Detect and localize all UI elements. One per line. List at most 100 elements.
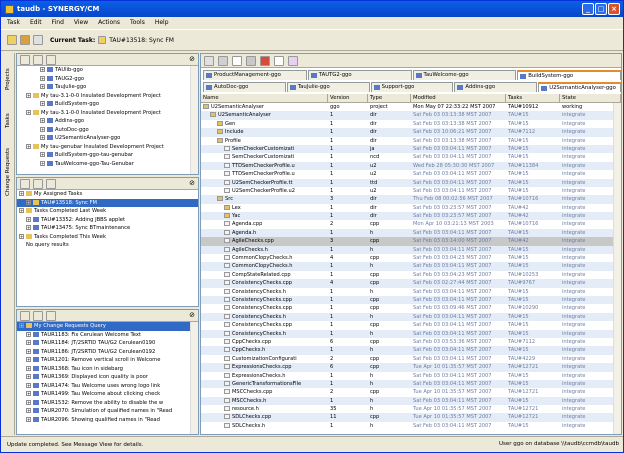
expand-icon[interactable]: + bbox=[26, 365, 31, 371]
expand-icon[interactable]: + bbox=[26, 374, 31, 379]
project-tab[interactable]: Support-ggo bbox=[370, 82, 454, 92]
table-row[interactable]: CppChecks.h 1 h Sat Feb 03 03:04:11 MST 200… bbox=[201, 346, 621, 355]
project-tab[interactable]: BuildSystem-ggo bbox=[517, 70, 621, 80]
table-row[interactable]: Agenda.cpp 2 cpp Mon Apr 10 03:21:13 MST 20… bbox=[201, 220, 621, 228]
tree-item[interactable]: + My tau-3.1-0-0 Insulated Development Pr… bbox=[17, 109, 198, 118]
expand-icon[interactable]: + bbox=[26, 143, 31, 149]
table-row[interactable]: GenericTransformationsFile 1 h Sat Feb 03 0… bbox=[201, 379, 621, 389]
project-tab[interactable]: AutoDoc-ggo bbox=[203, 82, 286, 92]
project-tab[interactable]: U2SemanticAnalyser-ggo bbox=[538, 82, 621, 92]
table-row[interactable]: ConsistencyChecks.cpp 1 cpp Sat Feb 03 03:0… bbox=[201, 321, 621, 329]
expand-icon[interactable]: + bbox=[40, 101, 45, 106]
project-tab[interactable]: TAUTG2-ggo bbox=[307, 70, 412, 80]
tree-item[interactable]: + TAUR1184: JT/2SRTID TAU/G2 Cerulean0190 bbox=[17, 339, 198, 348]
tree-item[interactable]: + BuildSystem-ggo-tau-genubar bbox=[17, 151, 198, 160]
menu-item-help[interactable]: Help bbox=[155, 19, 169, 26]
tree-item[interactable]: + TAUR2070: Simulation of qualified names… bbox=[17, 407, 198, 416]
expand-icon[interactable]: + bbox=[26, 348, 31, 354]
tree-item[interactable]: + TAU#13475: Sync BTmaintenance bbox=[17, 224, 198, 233]
sync-icon[interactable] bbox=[260, 55, 270, 66]
tree-item[interactable]: + TAU#13352: Adding JBBS applet bbox=[17, 216, 198, 225]
table-row[interactable]: CustomizationConfigurati 2 cpp Sat Feb 03 0… bbox=[201, 355, 621, 363]
project-tab[interactable]: TauWelcome-ggo bbox=[412, 70, 517, 80]
close-pane-icon[interactable]: ⊘ bbox=[189, 55, 195, 63]
refresh-icon[interactable] bbox=[20, 310, 30, 321]
expand-icon[interactable]: + bbox=[19, 323, 24, 328]
menu-item-find[interactable]: Find bbox=[52, 19, 64, 26]
minimize-button[interactable]: _ bbox=[582, 3, 594, 15]
expand-icon[interactable]: + bbox=[26, 340, 31, 345]
query-icon[interactable] bbox=[33, 310, 43, 321]
table-row[interactable]: TTDSemCheckerProfile.u 1 u2 Wed Feb 28 05:3… bbox=[201, 161, 621, 171]
expand-icon[interactable]: + bbox=[26, 92, 31, 98]
refresh-icon[interactable] bbox=[20, 178, 30, 189]
tree-item[interactable]: + My tau-genubar Insulated Development Pr… bbox=[17, 143, 198, 152]
table-row[interactable]: Agenda.h 1 h Sat Feb 03 03:04:11 MST 2007 TA… bbox=[201, 228, 621, 238]
expand-icon[interactable]: + bbox=[40, 126, 45, 132]
favorite-icon[interactable] bbox=[46, 310, 56, 321]
project-tab[interactable]: Addins-ggo bbox=[454, 82, 538, 92]
task-folder-icon[interactable] bbox=[20, 35, 30, 45]
menu-item-view[interactable]: View bbox=[74, 19, 88, 26]
project-tab[interactable]: ProductManagement-ggo bbox=[203, 70, 307, 80]
current-task-value[interactable]: TAU#13518: Sync FM bbox=[109, 37, 174, 44]
tree-item[interactable]: + TauWelcome-ggo-Tau-Genubar bbox=[17, 160, 198, 169]
expand-icon[interactable]: + bbox=[26, 416, 31, 422]
favorite-icon[interactable] bbox=[46, 178, 56, 189]
expand-icon[interactable]: + bbox=[26, 225, 31, 230]
table-row[interactable]: CppChecks.cpp 6 cpp Sat Feb 03 03:53:36 MST… bbox=[201, 338, 621, 346]
history-icon[interactable] bbox=[274, 55, 284, 66]
table-row[interactable]: Profile 1 dir Sat Feb 03 03:13:38 MST 2007 T… bbox=[201, 137, 621, 145]
expand-icon[interactable]: + bbox=[40, 67, 45, 72]
tree-item[interactable]: + My tau-3.1-0-0 Insulated Development Pr… bbox=[17, 92, 198, 101]
checkmark-icon[interactable] bbox=[33, 35, 43, 45]
expand-icon[interactable]: + bbox=[26, 216, 31, 222]
expand-icon[interactable]: + bbox=[40, 135, 45, 140]
menu-item-edit[interactable]: Edit bbox=[30, 19, 42, 26]
table-row[interactable]: AgileChecks.cpp 3 cpp Sat Feb 03 03:14:00 M… bbox=[201, 237, 621, 246]
expand-icon[interactable]: + bbox=[19, 208, 24, 213]
favorite-icon[interactable] bbox=[46, 54, 56, 65]
tree-item[interactable]: + My Assigned Tasks bbox=[17, 190, 198, 199]
properties-icon[interactable] bbox=[288, 55, 298, 66]
column-header[interactable]: Modified bbox=[411, 94, 506, 102]
table-row[interactable]: ConsistencyChecks.h 1 h Sat Feb 03 03:04:11… bbox=[201, 329, 621, 338]
expand-icon[interactable]: + bbox=[26, 357, 31, 362]
home-icon[interactable] bbox=[204, 55, 214, 66]
projects-scrollbar[interactable] bbox=[190, 66, 198, 174]
query-icon[interactable] bbox=[33, 54, 43, 65]
expand-icon[interactable]: + bbox=[40, 84, 45, 89]
table-row[interactable]: Include 1 dir Sat Feb 03 10:06:21 MST 2007 T… bbox=[201, 128, 621, 137]
expand-icon[interactable]: + bbox=[26, 331, 31, 337]
table-row[interactable]: AgileChecks.h 1 h Sat Feb 03 03:04:11 MST 2… bbox=[201, 245, 621, 255]
expand-icon[interactable]: + bbox=[26, 391, 31, 396]
table-row[interactable]: CommonCIopyChecks.h 4 cpp Sat Feb 03 03:04:… bbox=[201, 254, 621, 262]
document-icon[interactable] bbox=[232, 55, 242, 66]
column-header[interactable]: Name bbox=[201, 94, 328, 102]
table-row[interactable]: ExpressionsChecks.cpp 6 cpp Tue Apr 10 01:3… bbox=[201, 363, 621, 372]
expand-icon[interactable]: + bbox=[26, 199, 31, 205]
tree-item[interactable]: + Addins-ggo bbox=[17, 117, 198, 126]
expand-icon[interactable]: + bbox=[19, 233, 24, 239]
table-row[interactable]: SDLChecks.cpp 11 cpp Tue Apr 10 01:35:57 MS… bbox=[201, 413, 621, 422]
vtab-change-requests[interactable]: Change Requests bbox=[2, 141, 14, 203]
tree-item[interactable]: + TAUR1532: Remove the ability to disable… bbox=[17, 399, 198, 408]
tree-item[interactable]: + TAUR1369: Displayed icon quality is poo… bbox=[17, 373, 198, 382]
column-header[interactable]: Version bbox=[328, 94, 368, 102]
refresh-icon[interactable] bbox=[20, 54, 30, 65]
vtab-tasks[interactable]: Tasks bbox=[2, 107, 14, 135]
query-icon[interactable] bbox=[218, 55, 228, 66]
table-row[interactable]: ExpressionsChecks.h 1 h Sat Feb 03 03:04:11… bbox=[201, 372, 621, 380]
table-row[interactable]: Src 3 dir Thu Feb 08 00:02:56 MST 2007 TAU#1… bbox=[201, 195, 621, 204]
tree-item[interactable]: + TAUR1183: Fix Cerulean Welcome Text bbox=[17, 331, 198, 340]
table-row[interactable]: Yac 1 dir Sat Feb 03 03:23:57 MST 2007 TAU#4… bbox=[201, 212, 621, 221]
expand-icon[interactable]: + bbox=[26, 399, 31, 405]
tree-item[interactable]: + TAUR1499: Tau Welcome about clicking ch… bbox=[17, 390, 198, 399]
expand-icon[interactable]: + bbox=[26, 408, 31, 413]
task-icon[interactable] bbox=[7, 35, 17, 45]
expand-icon[interactable]: + bbox=[40, 75, 45, 81]
table-row[interactable]: ConsistencyChecks.cpp 4 cpp Sat Feb 03 02:2… bbox=[201, 279, 621, 288]
table-row[interactable]: SemCheckerCustomizati 1 ncd Sat Feb 03 03:0… bbox=[201, 153, 621, 161]
vtab-projects[interactable]: Projects bbox=[2, 57, 14, 101]
tree-item[interactable]: No query results bbox=[17, 241, 198, 250]
